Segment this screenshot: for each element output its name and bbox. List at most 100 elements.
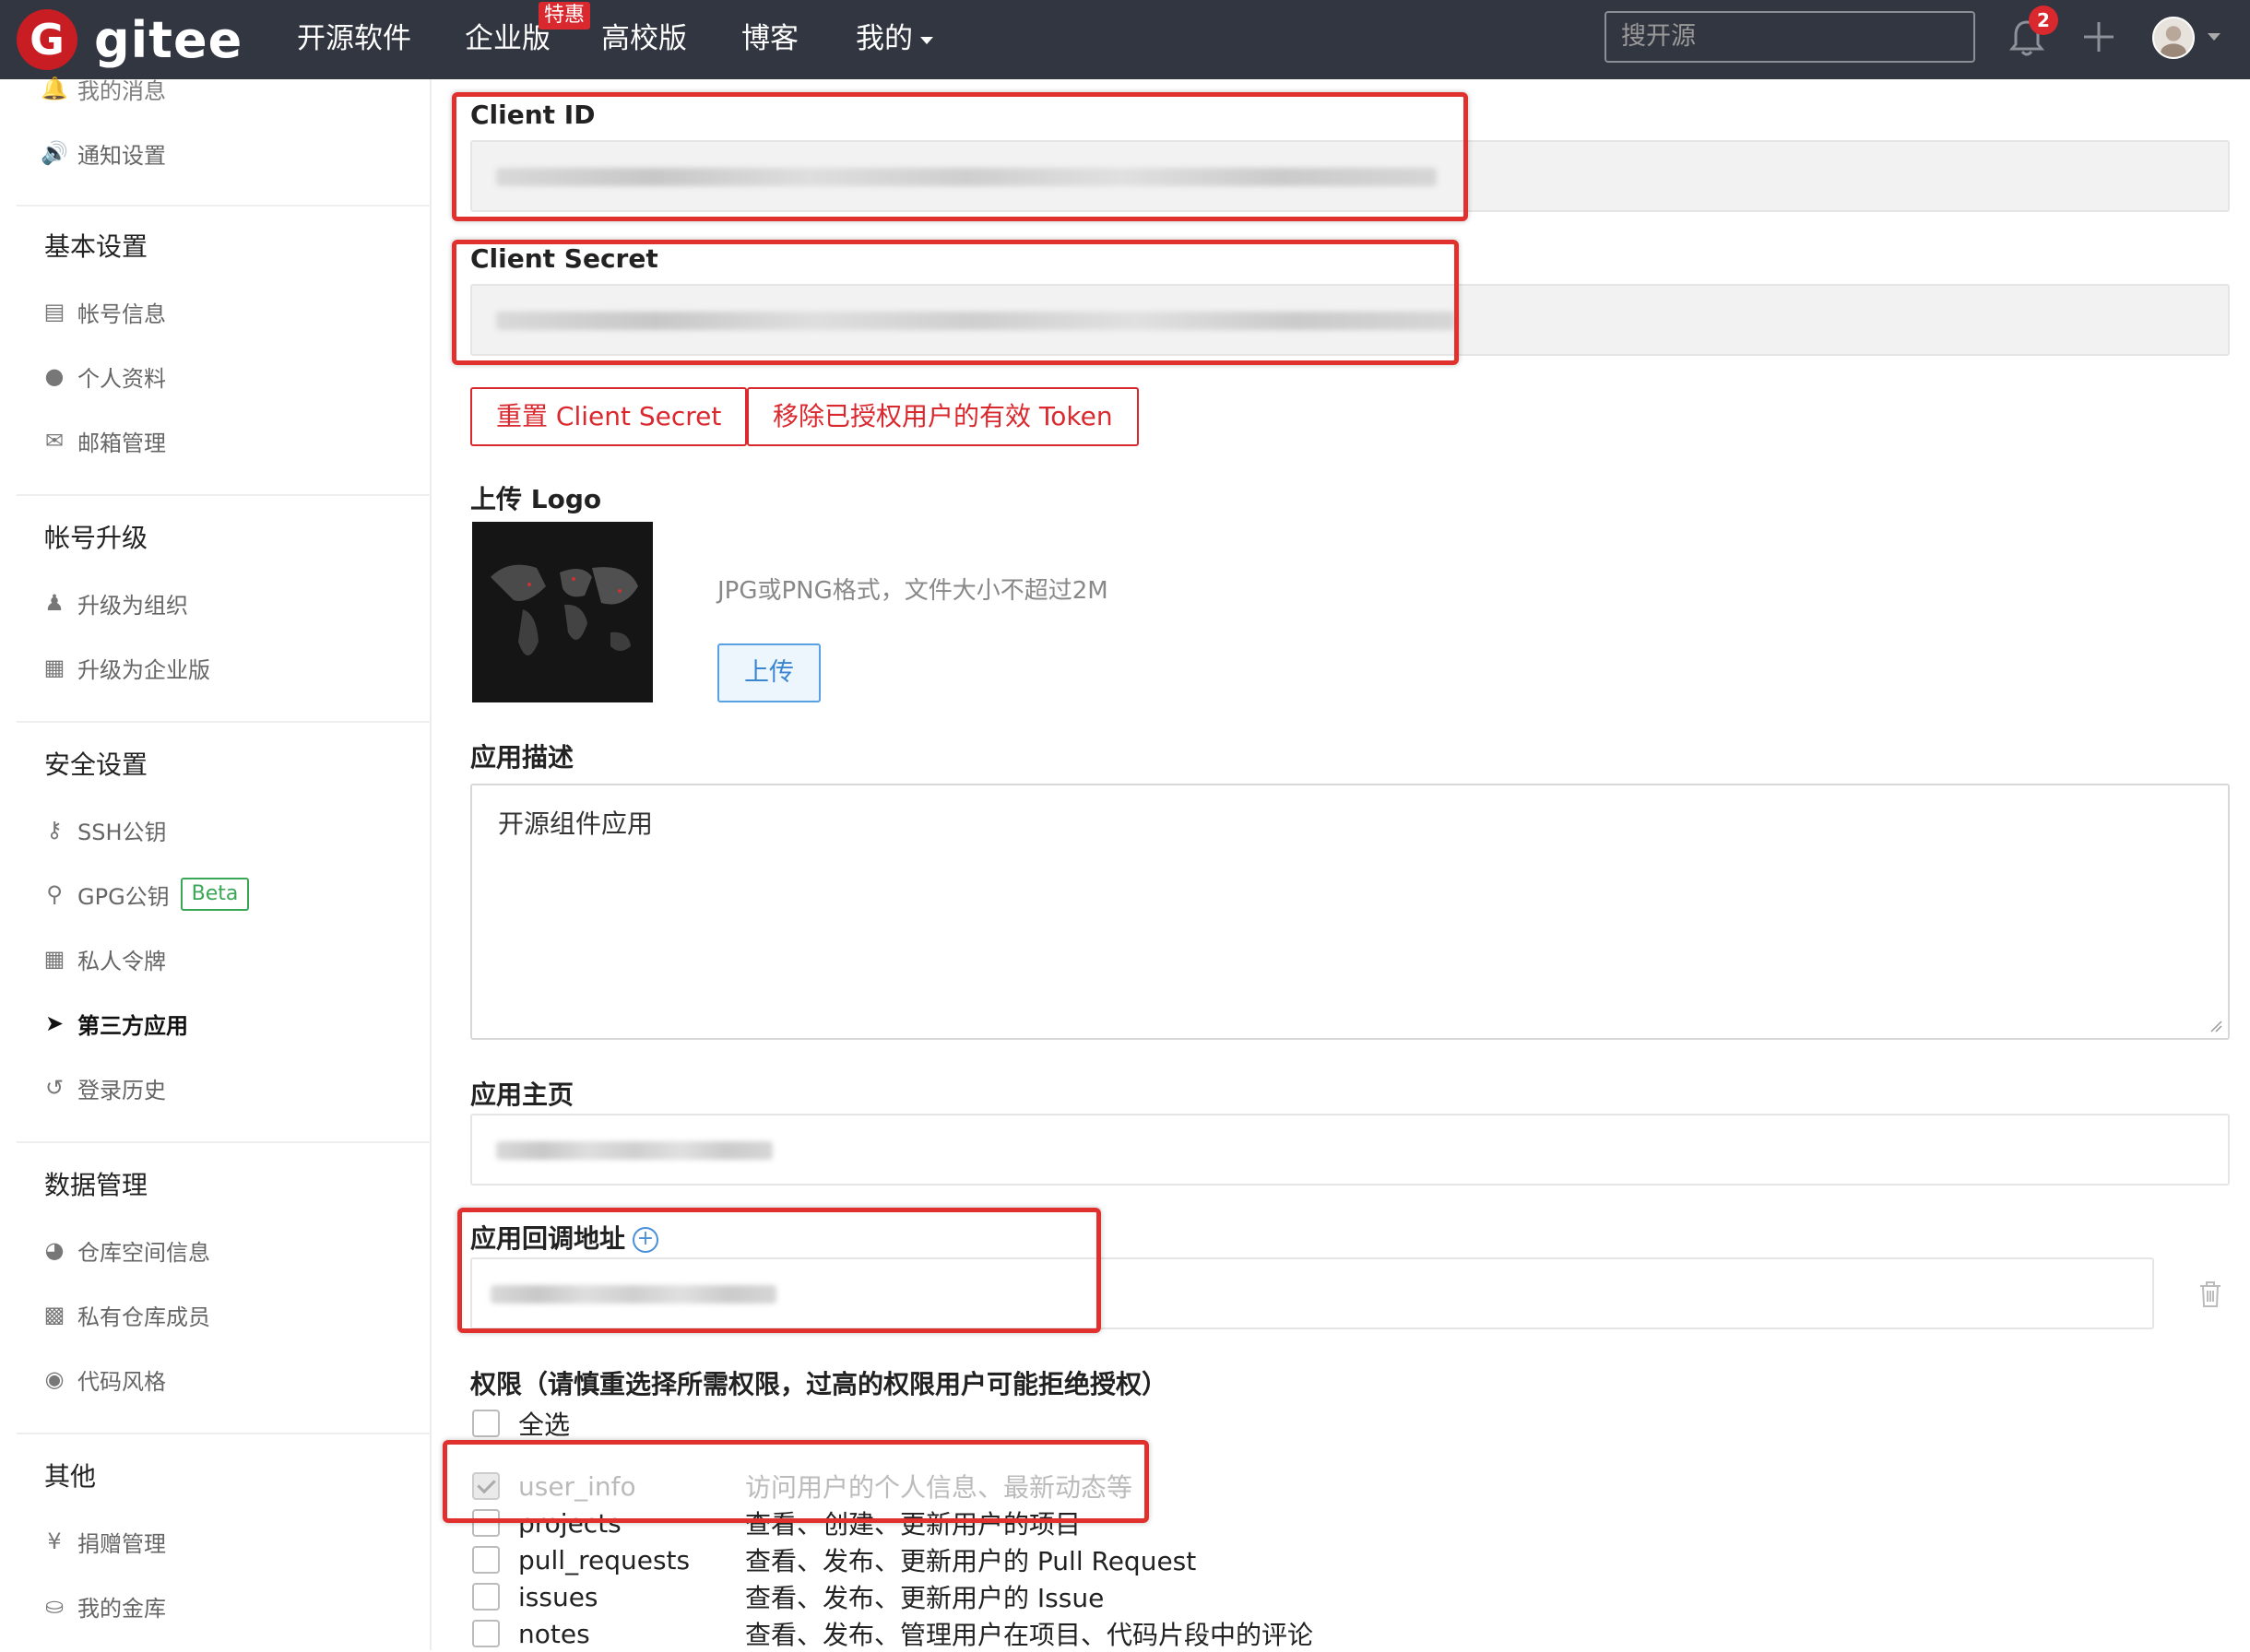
sidebar-item-label: 邮箱管理: [77, 430, 166, 456]
divider: [17, 721, 432, 723]
add-circle-icon[interactable]: +: [633, 1227, 659, 1253]
sidebar-item-donations[interactable]: ¥ 捐赠管理: [42, 1523, 166, 1560]
permission-name: issues: [518, 1581, 598, 1612]
permission-row-user-info[interactable]: user_info 访问用户的个人信息、最新动态等: [472, 1468, 1132, 1504]
envelope-icon: ✉: [44, 428, 65, 454]
permission-name: user_info: [518, 1470, 636, 1502]
callback-url-input[interactable]: [470, 1257, 2154, 1329]
sidebar-item-messages[interactable]: 🔔 我的消息: [41, 70, 166, 107]
rocket-icon: ➤: [44, 1010, 65, 1036]
upload-hint: JPG或PNG格式，文件大小不超过2M: [717, 577, 1108, 605]
nav-link-education[interactable]: 高校版: [601, 18, 687, 59]
sidebar-item-upgrade-org[interactable]: ♟ 升级为组织: [42, 584, 188, 621]
history-icon: ↺: [44, 1075, 65, 1101]
permission-row-notes[interactable]: notes 查看、发布、管理用户在项目、代码片段中的评论: [472, 1615, 1313, 1652]
plus-icon[interactable]: [2080, 18, 2117, 55]
token-icon: ▦: [43, 946, 65, 972]
permission-checkbox[interactable]: [472, 1583, 500, 1611]
permission-row-projects[interactable]: projects 查看、创建、更新用户的项目: [472, 1504, 1081, 1541]
divider: [17, 1433, 432, 1434]
description-textarea[interactable]: 开源组件应用: [470, 784, 2230, 1040]
permission-name: projects: [518, 1507, 622, 1539]
beta-badge: Beta: [180, 878, 250, 911]
brand-name: gitee: [94, 10, 243, 69]
sidebar-item-gpg-keys[interactable]: ⚲ GPG公钥 Beta: [42, 876, 250, 913]
sidebar-item-notification-settings[interactable]: 🔊 通知设置: [41, 135, 166, 171]
id-card-icon: ▤: [43, 299, 65, 324]
avatar-chevron-down-icon[interactable]: [2208, 33, 2220, 41]
resize-handle-icon[interactable]: [2209, 1020, 2222, 1032]
upload-button[interactable]: 上传: [717, 643, 821, 702]
client-id-label: Client ID: [470, 100, 596, 130]
permission-checkbox[interactable]: [472, 1472, 500, 1500]
pie-chart-icon: ◕: [44, 1237, 65, 1263]
redacted-value: [491, 1285, 776, 1304]
palette-icon: ◉: [44, 1366, 65, 1392]
reset-secret-button[interactable]: 重置 Client Secret: [470, 387, 748, 446]
permission-desc: 查看、创建、更新用户的项目: [745, 1509, 1082, 1540]
sidebar-item-label: 通知设置: [77, 142, 166, 169]
user-avatar[interactable]: [2152, 17, 2195, 59]
sidebar-item-login-history[interactable]: ↺ 登录历史: [42, 1069, 166, 1106]
volume-icon: 🔊: [41, 140, 68, 166]
section-title-other: 其他: [44, 1461, 97, 1492]
section-title-data: 数据管理: [44, 1170, 148, 1200]
permission-desc: 查看、发布、管理用户在项目、代码片段中的评论: [745, 1620, 1314, 1650]
sidebar-item-vault[interactable]: ⛀ 我的金库: [42, 1587, 166, 1624]
sidebar-item-ssh-keys[interactable]: ⚷ SSH公钥: [42, 811, 166, 848]
sidebar-item-code-style[interactable]: ◉ 代码风格: [42, 1361, 166, 1398]
contact-icon: ▩: [43, 1302, 65, 1328]
sidebar-item-upgrade-enterprise[interactable]: ▦ 升级为企业版: [42, 649, 210, 686]
search-input[interactable]: 搜开源: [1605, 11, 1975, 63]
select-all-row[interactable]: 全选: [472, 1405, 749, 1442]
sidebar-item-label: 登录历史: [77, 1077, 166, 1103]
homepage-input[interactable]: [470, 1114, 2230, 1186]
yen-icon: ¥: [47, 1528, 62, 1554]
trash-icon[interactable]: [2197, 1280, 2224, 1309]
upload-logo-label: 上传 Logo: [470, 484, 602, 514]
nav-link-mine[interactable]: 我的: [856, 18, 933, 59]
permission-checkbox[interactable]: [472, 1509, 500, 1537]
sidebar-item-private-repo-members[interactable]: ▩ 私有仓库成员: [42, 1296, 210, 1333]
sidebar-item-personal-tokens[interactable]: ▦ 私人令牌: [42, 940, 166, 977]
gitee-logo[interactable]: G gitee: [17, 9, 243, 70]
description-label: 应用描述: [470, 742, 574, 773]
section-title-upgrade: 帐号升级: [44, 523, 148, 553]
sidebar-item-label: 我的金库: [77, 1595, 166, 1622]
permission-checkbox[interactable]: [472, 1620, 500, 1647]
sidebar-item-repo-storage[interactable]: ◕ 仓库空间信息: [42, 1232, 210, 1268]
divider: [17, 494, 432, 496]
sidebar-item-email[interactable]: ✉ 邮箱管理: [42, 422, 166, 459]
sidebar-item-label: 升级为企业版: [77, 656, 210, 683]
sidebar-item-label: 私有仓库成员: [77, 1304, 210, 1330]
world-map-icon: [472, 522, 653, 702]
sidebar-item-label: 捐赠管理: [77, 1530, 166, 1557]
sidebar-item-label: 升级为组织: [77, 592, 188, 619]
sidebar-item-profile[interactable]: ● 个人资料: [42, 358, 166, 395]
section-title-security: 安全设置: [44, 749, 148, 780]
sidebar-item-account-info[interactable]: ▤ 帐号信息: [42, 293, 166, 330]
chevron-down-icon: [920, 36, 933, 44]
top-navbar: G gitee 开源软件 企业版 特惠 高校版 博客 我的 搜开源 2: [0, 0, 2250, 79]
permission-checkbox[interactable]: [472, 1546, 500, 1574]
select-all-label: 全选: [518, 1410, 571, 1440]
permission-desc: 访问用户的个人信息、最新动态等: [745, 1472, 1133, 1503]
client-id-field[interactable]: [470, 140, 2230, 212]
revoke-tokens-button[interactable]: 移除已授权用户的有效 Token: [747, 387, 1139, 446]
select-all-checkbox[interactable]: [472, 1410, 500, 1437]
permission-row-issues[interactable]: issues 查看、发布、更新用户的 Issue: [472, 1578, 1104, 1615]
sidebar-item-label: 代码风格: [77, 1368, 166, 1395]
sidebar-item-third-party-apps[interactable]: ➤ 第三方应用: [42, 1005, 188, 1042]
permission-desc: 查看、发布、更新用户的 Pull Request: [745, 1546, 1197, 1576]
sidebar-item-label: 仓库空间信息: [77, 1239, 210, 1266]
permission-row-pull-requests[interactable]: pull_requests 查看、发布、更新用户的 Pull Request: [472, 1541, 1196, 1578]
callback-label-text: 应用回调地址: [470, 1223, 626, 1254]
redacted-value: [496, 312, 1455, 330]
nav-link-open-source[interactable]: 开源软件: [297, 18, 411, 59]
nav-link-blog[interactable]: 博客: [741, 18, 799, 59]
redacted-value: [496, 168, 1437, 186]
coins-icon: ⛀: [44, 1593, 65, 1619]
client-secret-field[interactable]: [470, 284, 2230, 356]
permission-desc: 查看、发布、更新用户的 Issue: [745, 1583, 1105, 1613]
permission-name: notes: [518, 1618, 590, 1649]
